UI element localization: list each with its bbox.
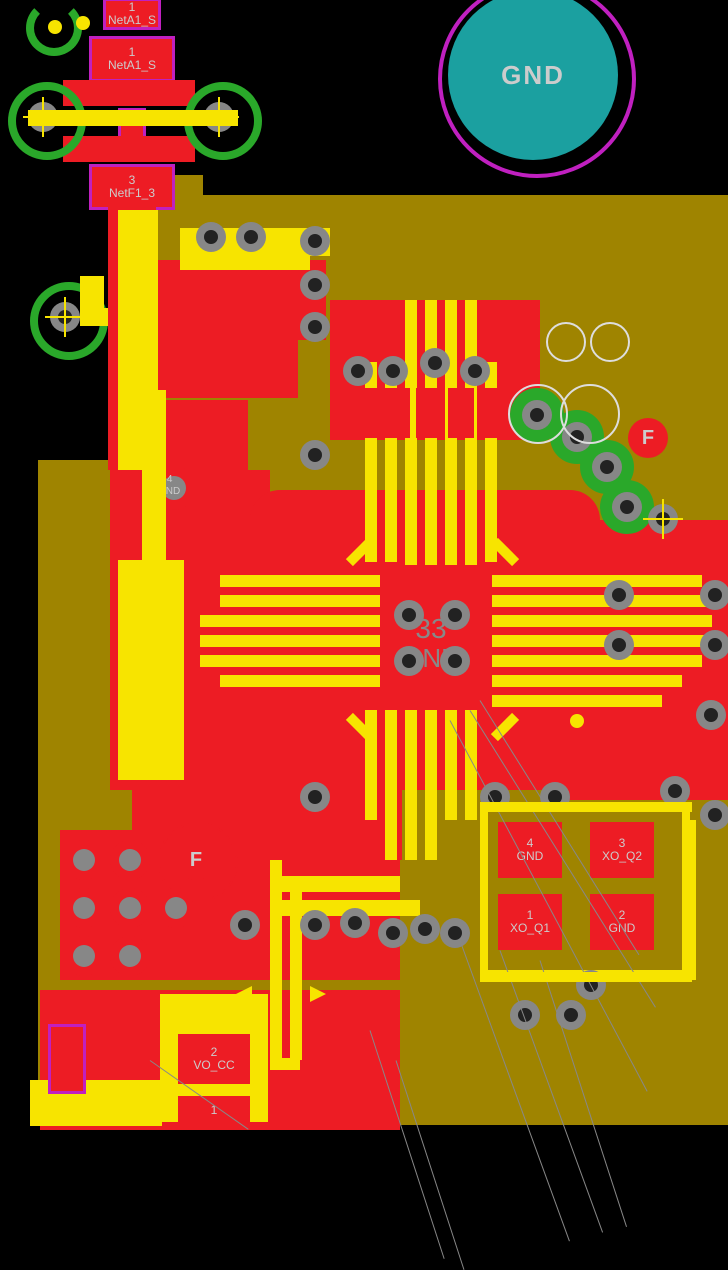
- fiducial-f2: F: [628, 418, 668, 458]
- fiducial-f1: F: [176, 840, 216, 880]
- mounting-hole-gnd: GND: [393, 0, 673, 215]
- trace-top-h: [28, 110, 238, 126]
- via-right-2: [700, 580, 728, 610]
- gvia-r4: [600, 480, 654, 534]
- via-right-3: [700, 630, 728, 660]
- osc-pad-3: 3 XO_Q2: [590, 822, 654, 878]
- red-bar-top: [63, 80, 195, 106]
- pad-a1-top: 1 NetA1_S: [103, 0, 161, 30]
- osc-pad-2: 2 GND: [590, 894, 654, 950]
- pad-a1-mid: 1 NetA1_S: [89, 36, 175, 82]
- mounting-hole-net-label: GND: [501, 60, 565, 91]
- osc-pad-1: 1 XO_Q1: [498, 894, 562, 950]
- pad-vo-cc2: 2 VO_CC: [178, 1034, 250, 1084]
- via-tl3: [50, 302, 80, 332]
- pad-f1-3: 3 NetF1_3: [89, 164, 175, 210]
- red-bar-mid: [63, 136, 195, 162]
- via-right-1: [648, 504, 678, 534]
- pcb-layout-canvas[interactable]: GND 1 NetA1_S 1 NetA1_S 3 NetF1_3: [0, 0, 728, 1125]
